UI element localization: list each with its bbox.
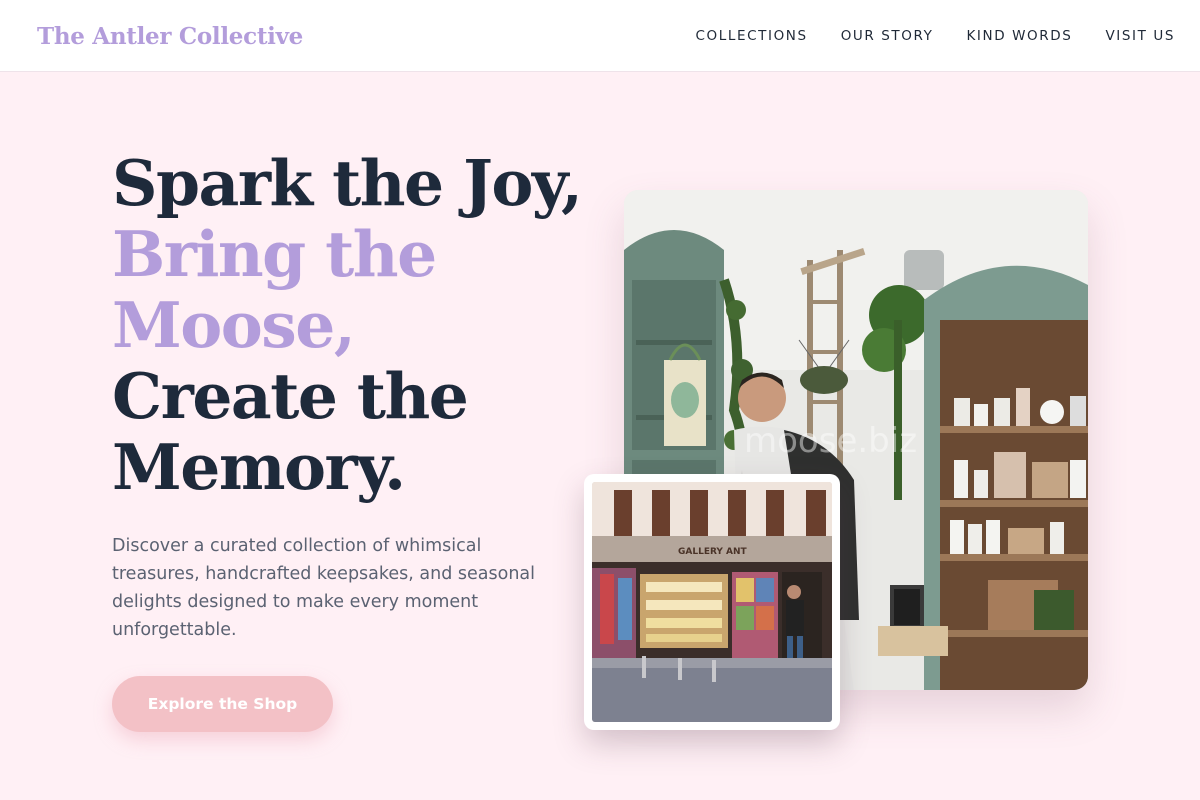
headline-line-5: Memory.	[112, 430, 406, 504]
nav-our-story[interactable]: OUR STORY	[841, 28, 934, 44]
hero-headline: Spark the Joy, Bring the Moose, Create t…	[112, 148, 592, 503]
hero-description: Discover a curated collection of whimsic…	[112, 536, 536, 640]
top-navbar: The Antler Collective COLLECTIONS OUR ST…	[0, 0, 1200, 72]
nav-links: COLLECTIONS OUR STORY KIND WORDS VISIT U…	[696, 28, 1176, 44]
headline-line-2: Bring the	[112, 217, 437, 291]
storefront-sign-text: GALLERY ANT	[678, 547, 748, 557]
watermark-text: moose.biz	[744, 421, 917, 461]
nav-kind-words[interactable]: KIND WORDS	[966, 28, 1072, 44]
nav-collections[interactable]: COLLECTIONS	[696, 28, 808, 44]
storefront-photo: GALLERY ANT	[584, 474, 840, 730]
headline-line-1: Spark the Joy,	[112, 146, 583, 220]
explore-shop-button[interactable]: Explore the Shop	[112, 676, 333, 732]
headline-line-3: Moose,	[112, 288, 356, 362]
brand-logo[interactable]: The Antler Collective	[37, 23, 303, 50]
headline-line-4: Create the	[112, 359, 469, 433]
nav-visit-us[interactable]: VISIT US	[1105, 28, 1175, 44]
